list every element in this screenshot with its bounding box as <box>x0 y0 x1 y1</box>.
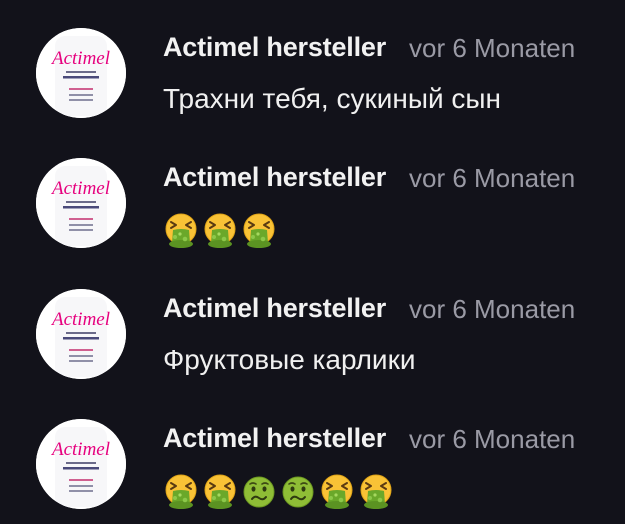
comment-item: Actimel Actimel hersteller vor 6 Monaten… <box>0 0 625 130</box>
nauseated-face-emoji <box>280 474 316 510</box>
comment-item: Actimel Actimel hersteller vor 6 Monaten <box>0 130 625 260</box>
vomiting-face-emoji <box>202 474 238 510</box>
avatar[interactable]: Actimel <box>36 28 126 118</box>
comment-timestamp[interactable]: vor 6 Monaten <box>409 424 575 455</box>
comment-text: Фруктовые карлики <box>163 344 416 375</box>
avatar[interactable]: Actimel <box>36 419 126 509</box>
avatar-brand-text: Actimel <box>50 48 110 69</box>
comment-emoji-row <box>163 213 277 249</box>
vomiting-face-emoji <box>163 213 199 249</box>
avatar-brand-text: Actimel <box>50 439 110 460</box>
comment-author[interactable]: Actimel hersteller <box>163 293 386 324</box>
comment-item: Actimel Actimel hersteller vor 6 Monaten… <box>0 261 625 391</box>
comment-text: Трахни тебя, сукиный сын <box>163 83 501 114</box>
comment-item: Actimel Actimel hersteller vor 6 Monaten <box>0 391 625 521</box>
vomiting-face-emoji <box>163 474 199 510</box>
nauseated-face-emoji <box>241 474 277 510</box>
vomiting-face-emoji <box>241 213 277 249</box>
vomiting-face-emoji <box>202 213 238 249</box>
comment-author[interactable]: Actimel hersteller <box>163 162 386 193</box>
comment-timestamp[interactable]: vor 6 Monaten <box>409 33 575 64</box>
comment-emoji-row <box>163 474 394 510</box>
vomiting-face-emoji <box>319 474 355 510</box>
avatar[interactable]: Actimel <box>36 158 126 248</box>
avatar-brand-text: Actimel <box>50 309 110 330</box>
vomiting-face-emoji <box>358 474 394 510</box>
comment-timestamp[interactable]: vor 6 Monaten <box>409 294 575 325</box>
comment-timestamp[interactable]: vor 6 Monaten <box>409 163 575 194</box>
comment-author[interactable]: Actimel hersteller <box>163 32 386 63</box>
avatar[interactable]: Actimel <box>36 289 126 379</box>
avatar-brand-text: Actimel <box>50 178 110 199</box>
comment-author[interactable]: Actimel hersteller <box>163 423 386 454</box>
